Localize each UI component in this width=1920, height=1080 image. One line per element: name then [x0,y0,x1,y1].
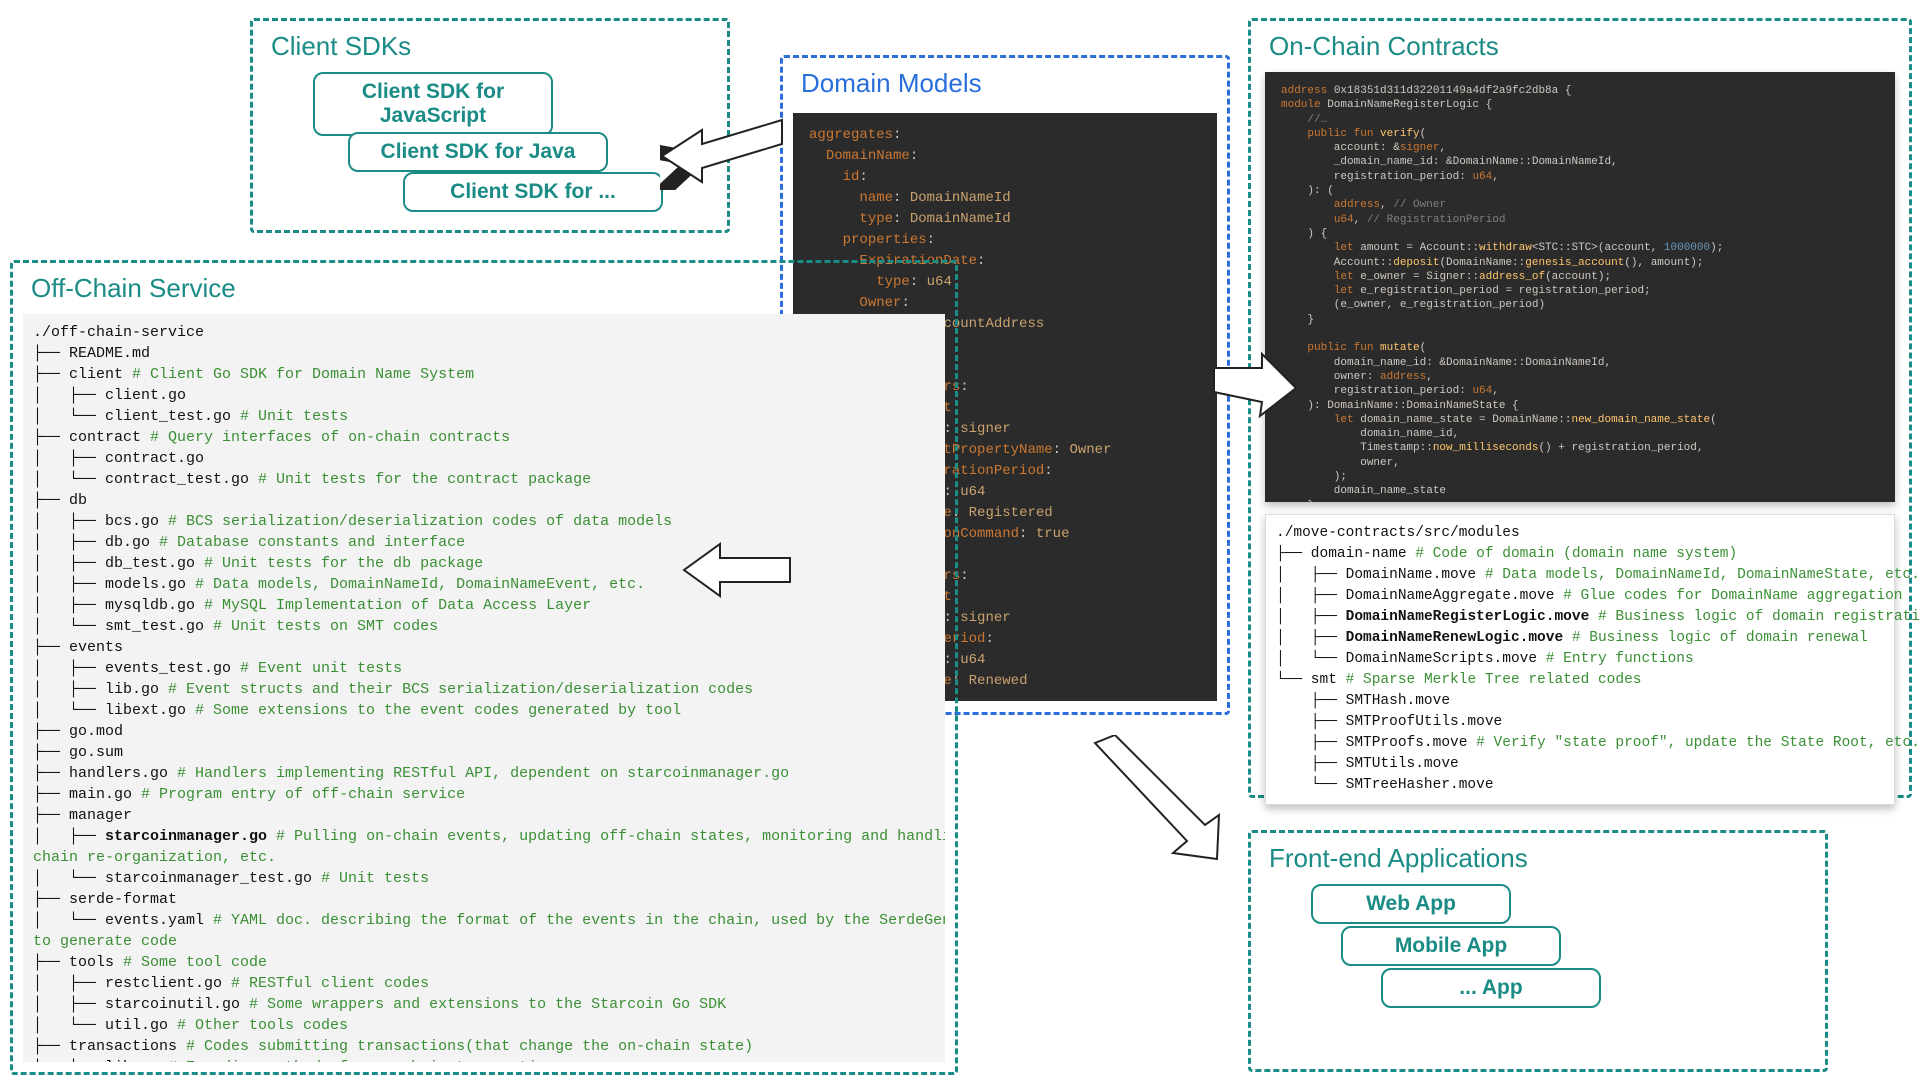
move-contracts-tree: ./move-contracts/src/modules ├── domain-… [1265,514,1895,805]
app-card-web: Web App [1311,884,1511,924]
panel-title-offchain: Off-Chain Service [13,263,955,314]
panel-offchain: Off-Chain Service ./off-chain-service ├─… [10,260,958,1075]
panel-frontend: Front-end Applications Web App Mobile Ap… [1248,830,1828,1072]
panel-title-client-sdks: Client SDKs [253,21,727,72]
panel-title-domain-models: Domain Models [783,58,1227,109]
sdk-card-etc: Client SDK for ... [403,172,663,212]
sdk-card-js: Client SDK for JavaScript [313,72,553,136]
move-code-block: address 0x18351d311d32201149a4df2a9fc2db… [1265,72,1895,502]
app-card-etc: ... App [1381,968,1601,1008]
arrow-to-client-sdks [652,100,792,190]
sdk-card-java: Client SDK for Java [348,132,608,172]
arrow-to-onchain [1210,350,1300,420]
panel-title-onchain: On-Chain Contracts [1251,21,1909,72]
arrow-to-offchain [680,540,800,600]
app-card-mobile: Mobile App [1341,926,1561,966]
arrow-to-frontend [1085,735,1235,865]
offchain-tree: ./off-chain-service ├── README.md ├── cl… [23,314,945,1062]
panel-title-frontend: Front-end Applications [1251,833,1825,884]
panel-onchain: On-Chain Contracts address 0x18351d311d3… [1248,18,1912,798]
